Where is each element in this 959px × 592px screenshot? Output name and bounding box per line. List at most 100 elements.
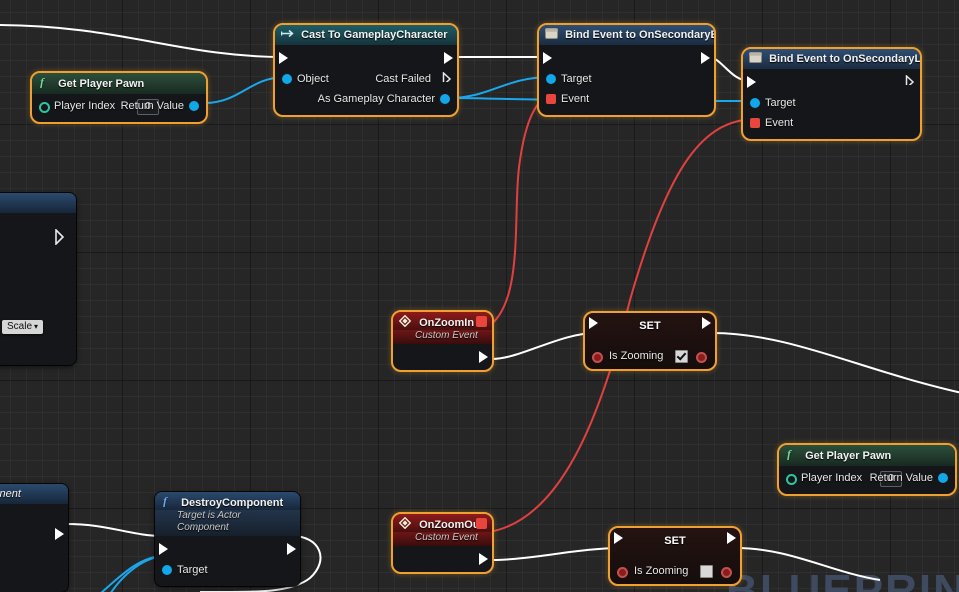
node-set-is-zooming-true[interactable]: SET Is Zooming — [583, 311, 717, 371]
row-set-true-exec — [585, 317, 715, 336]
node-get-player-pawn-1[interactable]: f Get Player Pawn Player Index 0 Return … — [30, 71, 208, 124]
svg-text:f: f — [40, 76, 45, 88]
node-destroy-component[interactable]: f DestroyComponent Target is Actor Compo… — [155, 492, 300, 586]
get-player-pawn-1-body: Player Index 0 Return Value — [32, 94, 206, 122]
row-set-true-variable: Is Zooming — [585, 346, 715, 366]
on-zoom-in-header: OnZoomIn — [393, 312, 492, 330]
return-value-pin[interactable] — [189, 101, 199, 111]
target-pin[interactable] — [750, 98, 760, 108]
is-zooming-checkbox[interactable] — [700, 565, 713, 578]
row-bind-enter-target: Target — [539, 69, 714, 89]
object-label: Object — [297, 73, 329, 85]
exec-out-pin[interactable] — [727, 532, 736, 544]
row-set-false-exec — [610, 532, 740, 551]
exec-out-pin[interactable] — [55, 528, 64, 540]
is-zooming-label: Is Zooming — [634, 565, 689, 577]
wire-set-true-exec-out — [711, 332, 959, 394]
return-value-label: Return Value — [869, 472, 933, 484]
custom-event-icon — [398, 314, 412, 328]
row-bind-enter-event: Event — [539, 89, 714, 109]
offscreen-node-left-top[interactable] — [0, 193, 76, 365]
offscreen-component-left[interactable]: Component — [0, 484, 68, 592]
event-delegate-pin[interactable] — [750, 118, 760, 128]
is-zooming-in-pin[interactable] — [617, 567, 628, 578]
bind-event-icon — [749, 52, 762, 63]
exec-in-pin[interactable] — [543, 52, 552, 64]
function-icon: f — [161, 494, 174, 508]
object-pin[interactable] — [282, 74, 292, 84]
on-zoom-in-title: OnZoomIn — [419, 317, 475, 329]
target-pin[interactable] — [162, 565, 172, 575]
event-label: Event — [765, 117, 794, 129]
exec-out-pin[interactable] — [701, 52, 710, 64]
player-index-pin[interactable] — [39, 102, 50, 113]
destroy-component-title: DestroyComponent — [181, 497, 284, 509]
exec-out-pin[interactable] — [479, 351, 488, 363]
get-player-pawn-2-body: Player Index 0 Return Value — [779, 466, 955, 494]
row-bind-leave-event: Event — [743, 113, 920, 133]
cast-header: Cast To GameplayCharacter — [275, 25, 457, 45]
exec-out-pin[interactable] — [444, 52, 453, 64]
exec-in-pin[interactable] — [279, 52, 288, 64]
target-label: Target — [561, 73, 592, 85]
blueprint-watermark: BLUEPRIN — [726, 566, 959, 592]
node-on-zoom-out[interactable]: OnZoomOut Custom Event — [391, 512, 494, 574]
as-gameplay-character-label: As Gameplay Character — [317, 93, 435, 105]
return-value-pin[interactable] — [938, 473, 948, 483]
exec-out-pin[interactable] — [905, 75, 915, 85]
node-bind-event-secondary-enter[interactable]: Bind Event to OnSecondaryEnter Target Ev… — [537, 23, 716, 117]
on-zoom-in-body — [393, 344, 492, 370]
exec-in-pin[interactable] — [589, 317, 598, 329]
node-bind-event-secondary-leave[interactable]: Bind Event to OnSecondaryLeave Target Ev… — [741, 47, 922, 141]
cast-failed-exec-pin[interactable] — [442, 72, 452, 82]
get-player-pawn-2-header: f Get Player Pawn — [779, 445, 955, 466]
row-destroy-exec — [155, 538, 300, 560]
wire-onzoomin-exec-to-set — [491, 332, 597, 360]
wire-component-to-destroy-exec — [65, 523, 165, 537]
cast-title: Cast To GameplayCharacter — [301, 29, 448, 41]
event-label: Event — [561, 93, 590, 105]
as-gameplay-character-pin[interactable] — [440, 94, 450, 104]
on-zoom-out-body — [393, 546, 492, 572]
row-on-zoom-in-exec — [393, 348, 492, 366]
row-cast-object: Object Cast Failed — [275, 69, 457, 89]
is-zooming-in-pin[interactable] — [592, 352, 603, 363]
bind-leave-title: Bind Event to OnSecondaryLeave — [769, 53, 920, 65]
wire-onzoomout-exec-to-set — [491, 547, 621, 561]
row-as-gameplay-character: As Gameplay Character — [275, 89, 457, 109]
target-pin[interactable] — [546, 74, 556, 84]
node-cast-to-gameplay-character[interactable]: Cast To GameplayCharacter Object Cast Fa… — [273, 23, 459, 117]
exec-in-pin[interactable] — [747, 76, 756, 88]
bind-event-icon — [545, 28, 558, 39]
on-zoom-out-header: OnZoomOut — [393, 514, 492, 532]
wire-onzoomin-delegate — [488, 95, 552, 327]
on-zoom-out-title: OnZoomOut — [419, 519, 484, 531]
player-index-pin[interactable] — [786, 474, 797, 485]
chevron-down-icon: ▾ — [34, 322, 39, 331]
node-set-is-zooming-false[interactable]: SET Is Zooming — [608, 526, 742, 586]
exec-out-pin[interactable] — [702, 317, 711, 329]
node-get-player-pawn-2[interactable]: f Get Player Pawn Player Index 0 Return … — [777, 443, 957, 496]
delegate-out-pin[interactable] — [476, 518, 487, 529]
bind-leave-body: Target Event — [743, 69, 920, 139]
blueprint-graph-canvas[interactable]: BLUEPRIN Scale ▾ nent f Get Player Pawn … — [0, 0, 959, 592]
is-zooming-out-pin[interactable] — [696, 352, 707, 363]
exec-out-pin[interactable] — [479, 553, 488, 565]
event-delegate-pin[interactable] — [546, 94, 556, 104]
on-zoom-in-subtitle: Custom Event — [393, 330, 492, 344]
is-zooming-out-pin[interactable] — [721, 567, 732, 578]
is-zooming-checkbox[interactable] — [675, 350, 688, 363]
set-false-title: SET — [664, 535, 686, 547]
exec-in-pin[interactable] — [159, 543, 168, 555]
bind-enter-title: Bind Event to OnSecondaryEnter — [565, 29, 714, 41]
delegate-out-pin[interactable] — [476, 316, 487, 327]
node-on-zoom-in[interactable]: OnZoomIn Custom Event — [391, 310, 494, 372]
exec-out-pin[interactable] — [287, 543, 296, 555]
get-player-pawn-1-header: f Get Player Pawn — [32, 73, 206, 94]
exec-out-outline-icon[interactable] — [54, 229, 68, 245]
svg-text:f: f — [787, 448, 792, 460]
exec-in-pin[interactable] — [614, 532, 623, 544]
scale-dropdown[interactable]: Scale ▾ — [2, 320, 44, 334]
cast-icon — [280, 28, 294, 39]
offscreen-node-left-top-header — [0, 193, 76, 213]
